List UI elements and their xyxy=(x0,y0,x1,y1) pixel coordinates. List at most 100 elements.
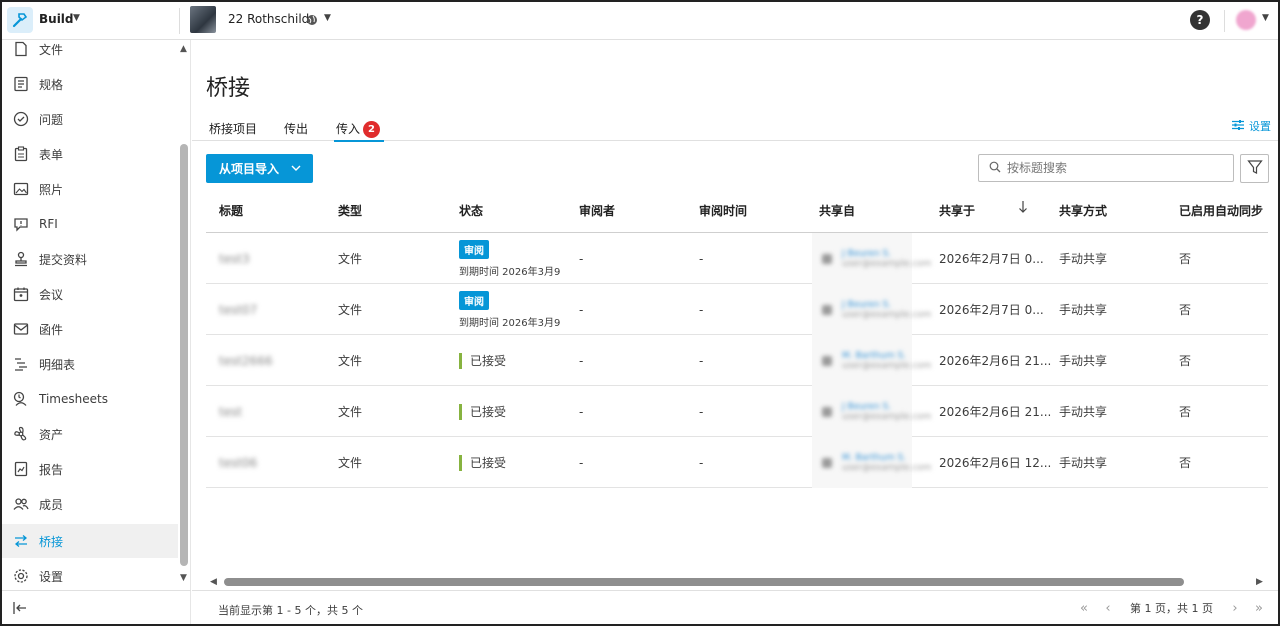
hammer-icon[interactable] xyxy=(7,7,33,33)
sidebar-item-submittals[interactable]: 提交资料 xyxy=(2,242,178,276)
sidebar-item-schedule[interactable]: 明细表 xyxy=(2,347,178,381)
help-icon[interactable]: ? xyxy=(1190,10,1210,30)
sidebar-item-files[interactable]: 文件 xyxy=(2,32,178,66)
sidebar-item-specs[interactable]: 规格 xyxy=(2,67,178,101)
tab-bar: 桥接项目 传出 传入 2 设置 xyxy=(192,112,1278,142)
sidebar-item-rfi[interactable]: RFI xyxy=(2,207,178,241)
forms-icon xyxy=(12,145,30,163)
scrollbar-thumb[interactable] xyxy=(224,578,1184,586)
sidebar-item-reports[interactable]: 报告 xyxy=(2,452,178,486)
sidebar-item-timesheets[interactable]: Timesheets xyxy=(2,382,178,416)
col-type[interactable]: 类型 xyxy=(338,202,362,219)
tab-bridged-projects[interactable]: 桥接项目 xyxy=(209,120,257,137)
table-row[interactable]: test3 文件 审阅 到期时间 2026年3月9 - - J Beuren S… xyxy=(206,233,1268,284)
cell-review-time: - xyxy=(699,404,704,419)
filter-button[interactable] xyxy=(1240,154,1269,183)
cell-title[interactable]: test07 xyxy=(219,284,257,335)
search-box[interactable] xyxy=(978,154,1234,182)
col-shared-from[interactable]: 共享自 xyxy=(819,202,855,219)
project-name[interactable]: 22 Rothschild xyxy=(228,12,309,26)
app-frame: Build ▼ 22 Rothschild ▼ ? ▼ 文件 规格 问题 表单 xyxy=(0,0,1280,626)
scroll-up-icon[interactable]: ▲ xyxy=(180,44,187,54)
chevron-down-icon[interactable]: ▼ xyxy=(73,13,80,23)
col-share-method[interactable]: 共享方式 xyxy=(1059,202,1107,219)
sidebar-item-issues[interactable]: 问题 xyxy=(2,102,178,136)
members-icon xyxy=(12,495,30,513)
sharer-name: J Beuren S. xyxy=(842,299,892,310)
tab-incoming[interactable]: 传入 2 xyxy=(333,120,385,142)
status-label: 已接受 xyxy=(470,354,507,368)
settings-link[interactable]: 设置 xyxy=(1232,118,1271,134)
due-date: 到期时间 2026年3月9 xyxy=(459,267,561,278)
horizontal-scrollbar[interactable]: ◀ ▶ xyxy=(206,575,1268,589)
sidebar-item-assets[interactable]: 资产 xyxy=(2,417,178,451)
col-shared-at[interactable]: 共享于 xyxy=(939,202,975,219)
table-footer: 当前显示第 1 - 5 个，共 5 个 « ‹ 第 1 页，共 1 页 › » xyxy=(192,590,1278,624)
sidebar-item-bridge[interactable]: 桥接 xyxy=(2,524,178,558)
table-row[interactable]: test07 文件 审阅 到期时间 2026年3月9 - - J Beuren … xyxy=(206,284,1268,335)
first-page-icon[interactable]: « xyxy=(1072,601,1096,616)
cell-shared-from: J Beuren S. user@example.com xyxy=(822,386,931,437)
table-row[interactable]: test2666 文件 已接受 - - M. Barthum S. user@ex… xyxy=(206,335,1268,386)
sidebar-item-correspondence[interactable]: 函件 xyxy=(2,312,178,346)
sidebar-item-label: 成员 xyxy=(39,497,64,512)
sidebar-item-members[interactable]: 成员 xyxy=(2,487,178,521)
sidebar-item-label: 规格 xyxy=(39,77,64,92)
cell-share-method: 手动共享 xyxy=(1059,252,1108,266)
sharer-email: user@example.com xyxy=(842,462,932,473)
prev-page-icon[interactable]: ‹ xyxy=(1096,601,1120,616)
settings-label: 设置 xyxy=(1249,120,1271,133)
col-title[interactable]: 标题 xyxy=(219,202,243,219)
chevron-down-icon[interactable]: ▼ xyxy=(1262,13,1269,23)
col-status[interactable]: 状态 xyxy=(459,202,483,219)
scroll-left-icon[interactable]: ◀ xyxy=(210,577,217,587)
sidebar-item-meetings[interactable]: 会议 xyxy=(2,277,178,311)
cell-title[interactable]: test xyxy=(219,386,242,437)
sidebar-item-label: 提交资料 xyxy=(39,252,88,267)
table-row[interactable]: test06 文件 已接受 - - M. Barthum S. user@exam… xyxy=(206,437,1268,488)
cell-auto-sync: 否 xyxy=(1179,303,1192,317)
company-icon xyxy=(822,304,832,315)
sidebar-item-label: 问题 xyxy=(39,112,64,127)
chevron-down-icon[interactable]: ▼ xyxy=(324,13,331,23)
gear-icon xyxy=(12,567,30,585)
sort-down-icon[interactable] xyxy=(1018,200,1028,217)
collapse-sidebar-icon[interactable] xyxy=(12,601,28,618)
scroll-right-icon[interactable]: ▶ xyxy=(1256,577,1263,587)
col-review-time[interactable]: 审阅时间 xyxy=(699,202,747,219)
search-icon xyxy=(989,161,1001,176)
search-input[interactable] xyxy=(1007,161,1217,175)
cell-title[interactable]: test3 xyxy=(219,233,250,284)
cell-share-method: 手动共享 xyxy=(1059,303,1108,317)
next-page-icon[interactable]: › xyxy=(1223,601,1247,616)
status-badge: 审阅 xyxy=(459,240,489,259)
photos-icon xyxy=(12,180,30,198)
meetings-icon xyxy=(12,285,30,303)
cell-review-time: - xyxy=(699,302,704,317)
cell-reviewer: - xyxy=(579,353,584,368)
project-thumbnail[interactable] xyxy=(190,6,216,33)
cell-title[interactable]: test2666 xyxy=(219,335,273,386)
sharer-email: user@example.com xyxy=(842,309,932,320)
avatar[interactable] xyxy=(1236,10,1256,30)
table-row[interactable]: test 文件 已接受 - - J Beuren S. user@example.… xyxy=(206,386,1268,437)
sidebar-item-photos[interactable]: 照片 xyxy=(2,172,178,206)
app-name[interactable]: Build xyxy=(39,12,74,26)
cell-type: 文件 xyxy=(338,303,363,317)
sidebar-item-label: 照片 xyxy=(39,182,64,197)
specs-icon xyxy=(12,75,30,93)
tab-outgoing[interactable]: 传出 xyxy=(284,120,308,137)
sidebar-item-forms[interactable]: 表单 xyxy=(2,137,178,171)
import-from-project-button[interactable]: 从项目导入 xyxy=(206,154,313,183)
scroll-down-icon[interactable]: ▼ xyxy=(180,573,187,583)
cell-type: 文件 xyxy=(338,456,363,470)
cell-title[interactable]: test06 xyxy=(219,437,257,488)
last-page-icon[interactable]: » xyxy=(1247,601,1271,616)
sidebar-item-settings[interactable]: 设置 xyxy=(2,559,178,593)
sidebar-scrollbar[interactable] xyxy=(180,144,188,566)
status-badge: 审阅 xyxy=(459,291,489,310)
table-header: 标题 类型 状态 审阅者 审阅时间 共享自 共享于 共享方式 已启用自动同步 xyxy=(206,190,1268,233)
col-auto-sync[interactable]: 已启用自动同步 xyxy=(1179,202,1263,219)
cell-shared-from: J Beuren S. user@example.com xyxy=(822,233,931,284)
col-reviewer[interactable]: 审阅者 xyxy=(579,202,615,219)
